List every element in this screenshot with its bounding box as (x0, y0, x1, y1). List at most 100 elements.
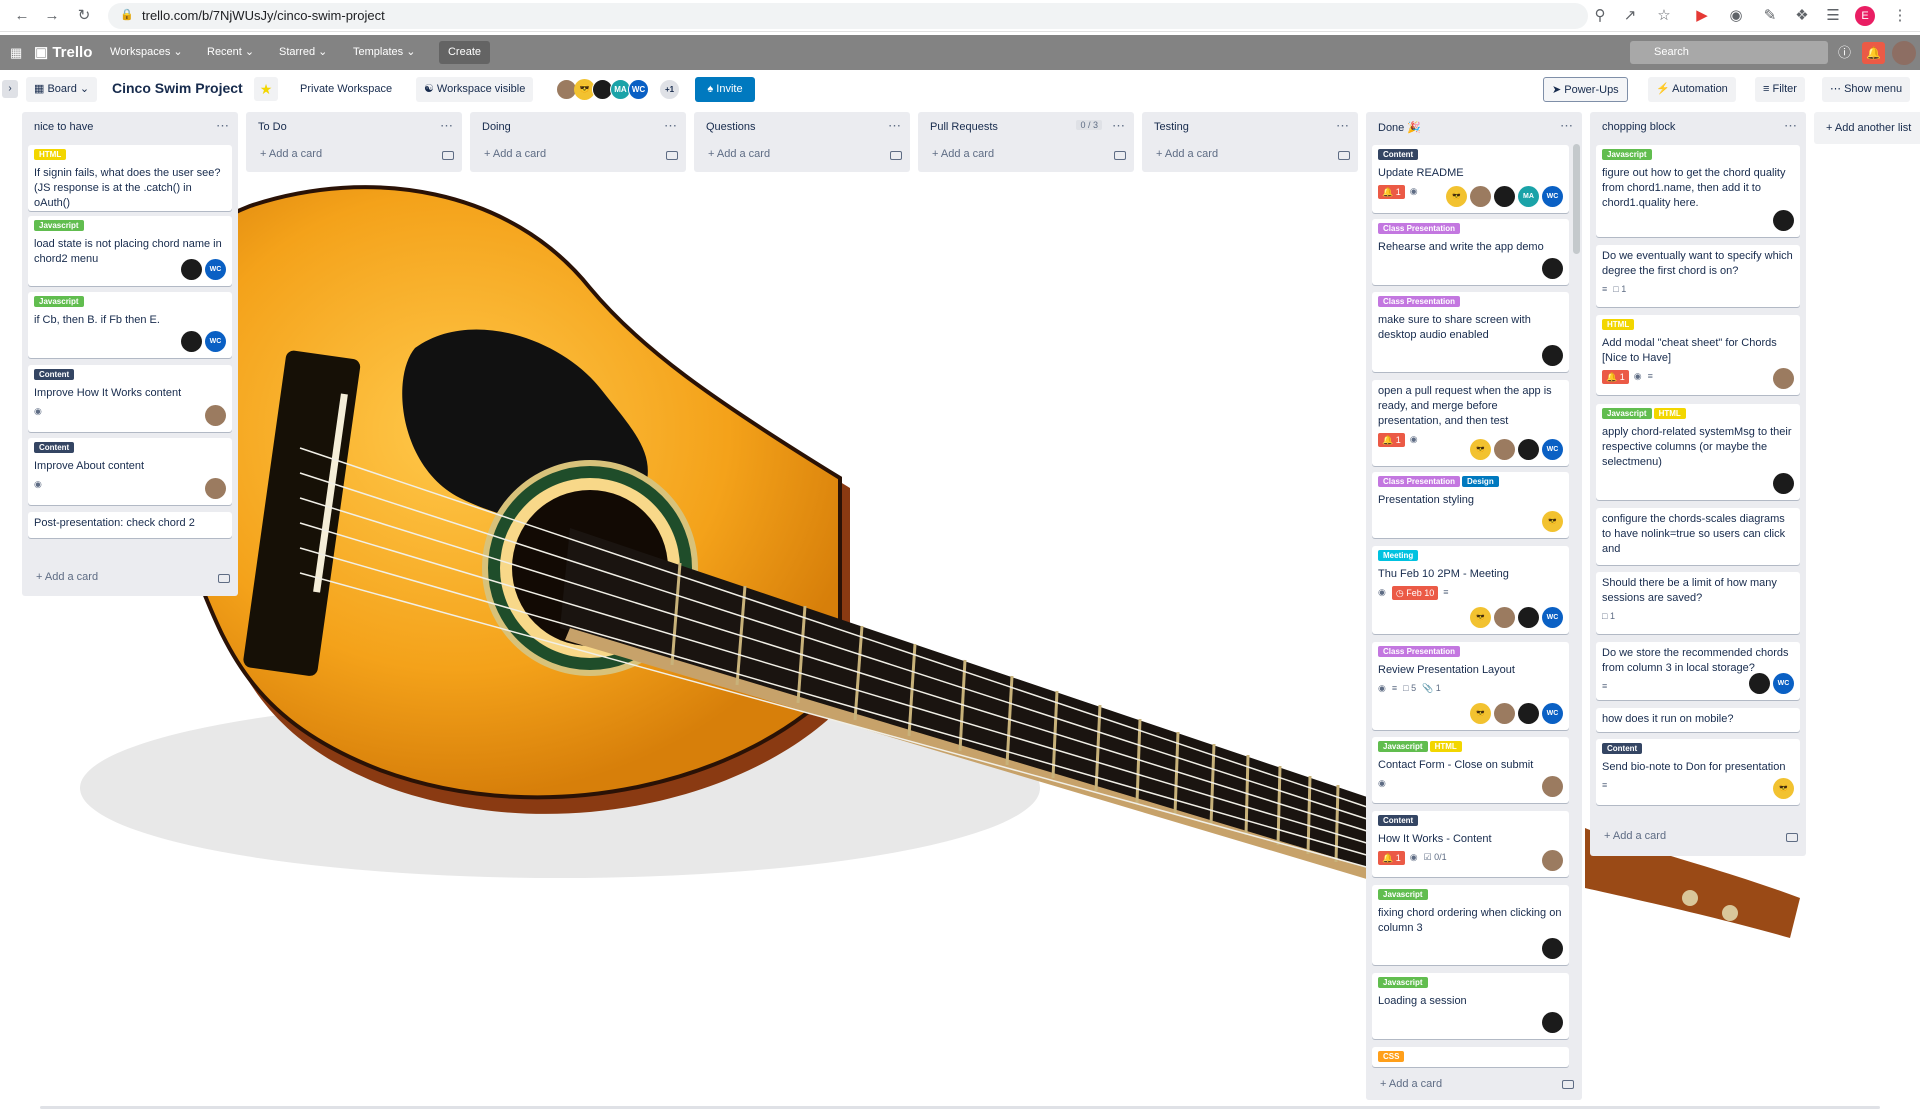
card-label[interactable]: Javascript (1602, 408, 1652, 419)
card-label[interactable]: Class Presentation (1378, 646, 1461, 657)
list-card[interactable]: open a pull request when the app is read… (1372, 380, 1569, 466)
search-input[interactable]: Search (1630, 41, 1828, 64)
member-avatar[interactable]: 😎 (1470, 703, 1491, 724)
list-title[interactable]: Done 🎉 (1378, 122, 1421, 134)
recent-menu[interactable]: Recent ⌄ (207, 35, 254, 70)
notification-bell-icon[interactable]: 🔔 (1862, 42, 1885, 64)
star-icon[interactable]: ★ (254, 77, 278, 101)
list-card[interactable]: Class Presentation Rehearse and write th… (1372, 219, 1569, 285)
member-avatar[interactable]: WC (205, 259, 226, 280)
bookmark-star-icon[interactable]: ☆ (1654, 6, 1674, 26)
member-avatar[interactable] (1773, 210, 1794, 231)
card-label[interactable]: Content (1602, 743, 1643, 754)
card-template-icon[interactable] (666, 151, 678, 160)
list-card[interactable]: Javascript load state is not placing cho… (28, 216, 232, 286)
card-label[interactable]: Content (34, 442, 75, 453)
member-avatar[interactable]: 😎 (1470, 439, 1491, 460)
member-avatar[interactable] (1494, 439, 1515, 460)
card-label[interactable]: Javascript (34, 296, 84, 307)
member-avatar[interactable] (1542, 1012, 1563, 1033)
puzzle-extensions-icon[interactable]: ❖ (1792, 6, 1812, 26)
list-header[interactable]: Done 🎉 ⋯ (1366, 112, 1582, 143)
sidebar-toggle-icon[interactable]: › (2, 80, 18, 98)
card-label[interactable]: Content (1378, 149, 1419, 160)
add-card-button[interactable]: + Add a card (1374, 1073, 1442, 1095)
templates-menu[interactable]: Templates ⌄ (353, 35, 415, 70)
reading-list-icon[interactable]: ☰ (1823, 6, 1843, 26)
member-avatar[interactable]: 😎 (1773, 778, 1794, 799)
member-avatar[interactable] (181, 331, 202, 352)
member-avatar[interactable]: 😎 (1542, 511, 1563, 532)
browser-menu-icon[interactable]: ⋮ (1890, 6, 1910, 26)
card-label[interactable]: Design (1462, 476, 1499, 487)
member-avatar[interactable] (1773, 473, 1794, 494)
card-label[interactable]: Javascript (1378, 889, 1428, 900)
member-avatar[interactable]: 😎 (1470, 607, 1491, 628)
member-avatar[interactable]: WC (628, 79, 649, 100)
list-header[interactable]: Pull Requests 0 / 3 ⋯ (918, 112, 1134, 143)
member-avatar[interactable] (205, 478, 226, 499)
share-icon[interactable]: ↗ (1620, 6, 1640, 26)
starred-menu[interactable]: Starred ⌄ (279, 35, 327, 70)
list-title[interactable]: Testing (1154, 121, 1189, 133)
add-card-button[interactable]: + Add a card (702, 143, 770, 165)
member-avatar[interactable]: 😎 (1446, 186, 1467, 207)
board-horizontal-scrollbar[interactable] (40, 1106, 1880, 1109)
card-label[interactable]: Meeting (1378, 550, 1419, 561)
list-menu-icon[interactable]: ⋯ (888, 118, 902, 134)
add-card-button[interactable]: + Add a card (478, 143, 546, 165)
list-header[interactable]: nice to have ⋯ (22, 112, 238, 143)
add-card-button[interactable]: + Add a card (254, 143, 322, 165)
list-card[interactable]: Javascript HTML Contact Form - Close on s… (1372, 737, 1569, 803)
list-card[interactable]: configure the chords-scales diagrams to … (1596, 508, 1800, 565)
add-card-button[interactable]: + Add a card (926, 143, 994, 165)
list-card[interactable]: Javascript figure out how to get the cho… (1596, 145, 1800, 237)
list-menu-icon[interactable]: ⋯ (1112, 118, 1126, 134)
list-title[interactable]: chopping block (1602, 121, 1675, 133)
card-label[interactable]: Class Presentation (1378, 476, 1461, 487)
card-template-icon[interactable] (890, 151, 902, 160)
workspaces-menu[interactable]: Workspaces ⌄ (110, 35, 183, 70)
list-header[interactable]: Testing ⋯ (1142, 112, 1358, 143)
list-card[interactable]: Javascript fixing chord ordering when cl… (1372, 885, 1569, 965)
list-menu-icon[interactable]: ⋯ (440, 118, 454, 134)
list-card[interactable]: Meeting Thu Feb 10 2PM - Meeting ◉ ◷ Feb … (1372, 546, 1569, 634)
card-label[interactable]: HTML (1602, 319, 1635, 330)
list-menu-icon[interactable]: ⋯ (664, 118, 678, 134)
member-avatar[interactable] (1542, 938, 1563, 959)
list-card[interactable]: Class Presentation Design Presentation st… (1372, 472, 1569, 538)
list-title[interactable]: Doing (482, 121, 511, 133)
list-card[interactable]: Do we store the recommended chords from … (1596, 642, 1800, 700)
member-avatar[interactable] (1518, 439, 1539, 460)
list-card[interactable]: Javascript if Cb, then B. if Fb then E. … (28, 292, 232, 358)
member-avatar[interactable]: WC (1773, 673, 1794, 694)
tool-extension-icon[interactable]: ✎ (1760, 6, 1780, 26)
card-label[interactable]: CSS (1378, 1051, 1405, 1062)
member-avatar[interactable] (1542, 776, 1563, 797)
card-template-icon[interactable] (1562, 1080, 1574, 1089)
list-card[interactable]: Content Send bio-note to Don for present… (1596, 739, 1800, 805)
list-card[interactable]: Javascript HTML apply chord-related syste… (1596, 404, 1800, 500)
member-avatar[interactable]: MA (1518, 186, 1539, 207)
list-card[interactable]: Post-presentation: check chord 2 (28, 512, 232, 538)
card-label[interactable]: Javascript (1602, 149, 1652, 160)
workspace-button[interactable]: Private Workspace (292, 77, 400, 102)
camera-icon[interactable]: ◉ (1726, 6, 1746, 26)
card-template-icon[interactable] (442, 151, 454, 160)
visibility-button[interactable]: ☯ Workspace visible (416, 77, 534, 102)
list-header[interactable]: chopping block ⋯ (1590, 112, 1806, 143)
list-title[interactable]: Questions (706, 121, 756, 133)
member-avatar[interactable] (1542, 345, 1563, 366)
filter-button[interactable]: ≡ Filter (1755, 77, 1805, 102)
card-template-icon[interactable] (1338, 151, 1350, 160)
card-label[interactable]: HTML (34, 149, 67, 160)
list-card[interactable]: Javascript Loading a session (1372, 973, 1569, 1039)
list-menu-icon[interactable]: ⋯ (1784, 118, 1798, 134)
list-header[interactable]: To Do ⋯ (246, 112, 462, 143)
card-label[interactable]: Javascript (1378, 977, 1428, 988)
board-view-switcher[interactable]: ▦ Board ⌄ (26, 77, 98, 102)
list-scrollbar[interactable] (1573, 144, 1580, 254)
invite-button[interactable]: ♠ Invite (695, 77, 755, 102)
add-card-button[interactable]: + Add a card (1150, 143, 1218, 165)
profile-avatar[interactable]: E (1855, 6, 1875, 26)
